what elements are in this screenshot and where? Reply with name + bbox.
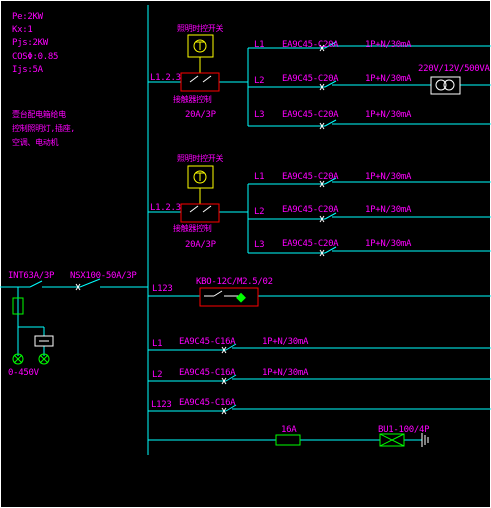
panel1-circuit-1-rcd: 1P+N/30mA [365, 40, 412, 50]
note-line-1: 壹台配电箱给电 [12, 110, 66, 119]
panel1-time-relay-icon [187, 34, 214, 73]
transformer-icon [430, 76, 461, 95]
ground-icon [421, 433, 429, 447]
param-pe: Pe:2KW [12, 12, 43, 22]
panel1-circuit-3-rcd: 1P+N/30mA [365, 110, 412, 120]
main-breaker-label: NSX100-50A/3P [70, 271, 137, 281]
param-ijs: Ijs:5A [12, 65, 43, 75]
outlet-1-phase: L1 [152, 339, 163, 349]
panel2-contactor-icon [180, 203, 220, 223]
panel1-circuit-3-breaker: EA9C45-C20A [282, 110, 339, 120]
panel2-time-relay-icon [187, 165, 214, 204]
panel1-circuit-1-phase: L1 [254, 40, 265, 50]
panel2-circuit-2-phase: L2 [254, 207, 265, 217]
panel2-circuit-1-rcd: 1P+N/30mA [365, 172, 412, 182]
outlet-1-breaker: EA9C45-C16A [179, 337, 236, 347]
transformer-label: 220V/12V/500VA [418, 64, 490, 74]
motor-bus-label: L123 [152, 284, 173, 294]
voltmeter-selector-icon [34, 335, 54, 347]
panel2-circuit-3-breaker: EA9C45-C20A [282, 239, 339, 249]
outlet-3-phase: L123 [151, 400, 172, 410]
panel1-circuit-2-breaker: EA9C45-C20A [282, 74, 339, 84]
panel2-contactor-label: 接触器控制 [173, 224, 212, 233]
panel1-circuit-1-breaker: EA9C45-C20A [282, 40, 339, 50]
diagram-canvas: ······ ····· Pe:2KW Kx:1 Pjs:2KW COSΦ:0.… [0, 0, 491, 508]
panel1-circuit-3-phase: L3 [254, 110, 265, 120]
motor-starter-icon [199, 287, 259, 307]
panel2-bus-label: L1.2.3 [150, 203, 181, 213]
panel2-relay-label: 照明时控开关 [177, 154, 224, 163]
surge-arrester-icon [379, 433, 405, 447]
panel2-circuit-3-rcd: 1P+N/30mA [365, 239, 412, 249]
outlet-3-breaker: EA9C45-C16A [179, 398, 236, 408]
panel1-circuit-2-rcd: 1P+N/30mA [365, 74, 412, 84]
outlet-2-breaker: EA9C45-C16A [179, 368, 236, 378]
starter-indicator-icon [236, 292, 246, 303]
spd-fuse-label: 16A [281, 425, 297, 435]
panel1-contactor-icon [180, 72, 220, 92]
panel1-breaker-rating: 20A/3P [185, 110, 216, 120]
outlet-2-rcd: 1P+N/30mA [262, 368, 309, 378]
panel2-circuit-1-phase: L1 [254, 172, 265, 182]
panel2-circuit-3-phase: L3 [254, 240, 265, 250]
note-line-3: 空调、电动机 [12, 138, 59, 147]
motor-starter-label: KBO-12C/M2.5/02 [196, 277, 273, 287]
param-kx: Kx:1 [12, 25, 33, 35]
spd-fuse-icon [275, 434, 301, 446]
panel1-bus-label: L1.2.3 [150, 73, 181, 83]
panel2-breaker-rating: 20A/3P [185, 240, 216, 250]
panel1-circuit-2-phase: L2 [254, 76, 265, 86]
isolator-label: INT63A/3P [8, 271, 55, 281]
voltmeter-label: 0-450V [8, 368, 39, 378]
surge-arrester-label: BU1-100/4P [378, 425, 430, 435]
outlet-2-phase: L2 [152, 370, 163, 380]
panel1-contactor-label: 接触器控制 [173, 95, 212, 104]
panel2-circuit-2-rcd: 1P+N/30mA [365, 205, 412, 215]
note-line-2: 控制照明灯,插座, [12, 124, 75, 133]
panel2-circuit-2-breaker: EA9C45-C20A [282, 205, 339, 215]
top-fragment-text: ······ ····· [150, 0, 212, 5]
param-pjs: Pjs:2KW [12, 38, 48, 48]
panel2-circuit-1-breaker: EA9C45-C20A [282, 172, 339, 182]
outlet-1-rcd: 1P+N/30mA [262, 337, 309, 347]
param-cos: COSΦ:0.85 [12, 52, 59, 62]
panel1-relay-label: 照明时控开关 [177, 24, 224, 33]
